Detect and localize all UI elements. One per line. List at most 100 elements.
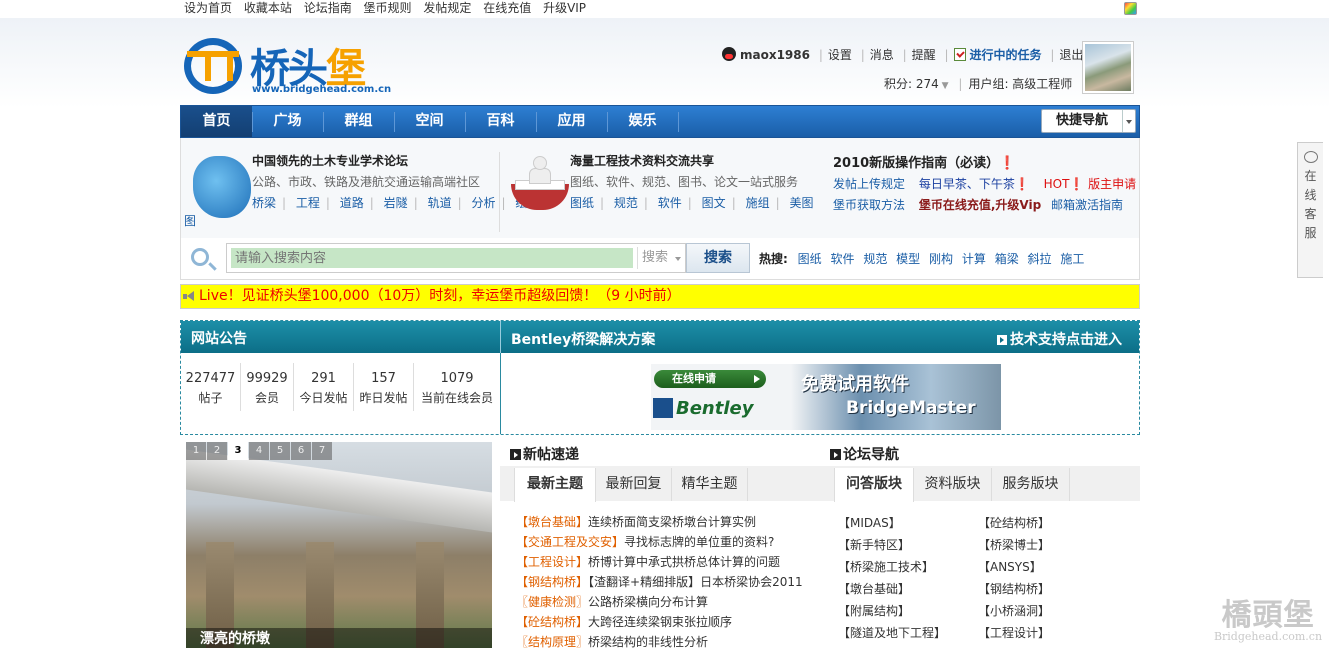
hot-term[interactable]: 刚构 — [929, 252, 953, 266]
slider-page-active[interactable]: 3 — [228, 442, 248, 460]
guide-recharge[interactable]: 堡币在线充值,升级Vip — [919, 198, 1041, 212]
promo-col2-links: 图纸 | 规范 | 软件 | 图文 | 施组 | 美图 — [570, 196, 814, 210]
slider-page[interactable]: 1 — [186, 442, 206, 460]
promo-link-photos[interactable]: 美图 — [789, 196, 813, 210]
bentley-banner[interactable]: 在线申请 免费试用软件 Bentley BridgeMaster — [651, 364, 1001, 430]
forum-link[interactable]: 【桥梁博士】 — [978, 534, 1050, 556]
promo-link-docs[interactable]: 图文 — [702, 196, 726, 210]
promo-link-engineering[interactable]: 工程 — [296, 196, 320, 210]
hot-term[interactable]: 图纸 — [798, 252, 822, 266]
forum-link[interactable]: 【砼结构桥】 — [978, 512, 1050, 534]
site-logo[interactable]: 桥头堡 www.bridgehead.com.cn — [182, 34, 391, 98]
logout-link[interactable]: 退出 — [1059, 48, 1083, 62]
top-link-guide[interactable]: 论坛指南 — [304, 1, 352, 15]
list-item[interactable]: 【交通工程及交安】寻找标志牌的单位重的资料? — [516, 532, 803, 552]
slider-caption[interactable]: 漂亮的桥墩 — [186, 628, 492, 648]
tasks-link[interactable]: 进行中的任务 — [970, 48, 1042, 62]
top-link-home[interactable]: 设为首页 — [184, 1, 232, 15]
promo-col3-title[interactable]: 2010新版操作指南（必读）❗ — [833, 152, 1136, 171]
tab-services[interactable]: 服务版块 — [992, 468, 1070, 501]
forum-link[interactable]: 【隧道及地下工程】 — [838, 622, 946, 644]
promo-link-bridge[interactable]: 桥梁 — [252, 196, 276, 210]
top-link-post-rules[interactable]: 发帖规定 — [423, 1, 471, 15]
hot-term[interactable]: 计算 — [962, 252, 986, 266]
hot-term[interactable]: 箱梁 — [995, 252, 1019, 266]
guide-email[interactable]: 邮箱激活指南 — [1051, 198, 1123, 212]
forum-link[interactable]: 【附属结构】 — [838, 600, 946, 622]
top-link-bookmark[interactable]: 收藏本站 — [244, 1, 292, 15]
forum-link[interactable]: 【MIDAS】 — [838, 512, 946, 534]
settings-link[interactable]: 设置 — [828, 48, 852, 62]
announcement-ticker[interactable]: Live！见证桥头堡100,000（10万）时刻，幸运堡币超级回馈！（9 小时前… — [180, 284, 1140, 309]
list-item[interactable]: 【工程设计】桥博计算中承式拱桥总体计算的问题 — [516, 552, 803, 572]
guide-moderator[interactable]: HOT❗ 版主申请 — [1044, 177, 1137, 191]
slider-page[interactable]: 7 — [312, 442, 332, 460]
promo-link-tunnel[interactable]: 岩隧 — [384, 196, 408, 210]
promo-link-drawings[interactable]: 图纸 — [570, 196, 594, 210]
forum-link[interactable]: 【钢结构桥】 — [978, 578, 1050, 600]
credits-dropdown[interactable]: 积分: 274 — [884, 77, 939, 91]
nav-space[interactable]: 空间 — [394, 106, 465, 137]
search-button[interactable]: 搜索 — [686, 243, 750, 273]
support-link[interactable]: 技术支持点击进入 — [997, 329, 1122, 349]
guide-coins[interactable]: 堡币获取方法 — [833, 198, 905, 212]
promo-link-construction[interactable]: 施组 — [746, 196, 770, 210]
promo-link-drawing-tail[interactable]: 图 — [184, 212, 196, 229]
promo-link-software[interactable]: 软件 — [658, 196, 682, 210]
solution-title[interactable]: Bentley桥梁解决方案 — [511, 329, 655, 349]
forum-link[interactable]: 【墩台基础】 — [838, 578, 946, 600]
hot-term[interactable]: 规范 — [863, 252, 887, 266]
nav-wiki[interactable]: 百科 — [465, 106, 536, 137]
image-slider[interactable]: 1234567 漂亮的桥墩 — [186, 442, 492, 648]
list-item[interactable]: 〖结构原理〗桥梁结构的非线性分析 — [516, 632, 803, 648]
slider-page[interactable]: 6 — [291, 442, 311, 460]
top-link-vip[interactable]: 升级VIP — [543, 1, 586, 15]
tab-resources[interactable]: 资料版块 — [914, 468, 992, 501]
slider-page[interactable]: 5 — [270, 442, 290, 460]
guide-tea[interactable]: 每日早茶、下午茶❗ — [919, 177, 1030, 191]
list-item[interactable]: 【钢结构桥】【渣翻译+精细排版】日本桥梁协会2011 — [516, 572, 803, 592]
list-item[interactable]: 【砼结构桥】大跨径连续梁钢束张拉顺序 — [516, 612, 803, 632]
tab-latest-replies[interactable]: 最新回复 — [596, 468, 672, 501]
forum-link[interactable]: 【ANSYS】 — [978, 556, 1050, 578]
nav-apps[interactable]: 应用 — [536, 106, 607, 137]
forum-link[interactable]: 【新手特区】 — [838, 534, 946, 556]
forum-link[interactable]: 【小桥涵洞】 — [978, 600, 1050, 622]
forum-link[interactable]: 【工程设计】 — [978, 622, 1050, 644]
list-item[interactable]: 【墩台基础】连续桥面简支梁桥墩台计算实例 — [516, 512, 803, 532]
top-link-recharge[interactable]: 在线充值 — [483, 1, 531, 15]
apply-online-button[interactable]: 在线申请 — [654, 370, 766, 388]
username-link[interactable]: maox1986 — [740, 48, 810, 62]
search-input[interactable] — [231, 248, 633, 268]
messages-link[interactable]: 消息 — [870, 48, 894, 62]
promo-link-rail[interactable]: 轨道 — [428, 196, 452, 210]
usergroup-link[interactable]: 用户组: 高级工程师 — [968, 77, 1072, 91]
hot-term[interactable]: 施工 — [1060, 252, 1084, 266]
online-service-tab[interactable]: 在 线 客 服 — [1297, 142, 1323, 278]
tab-latest-threads[interactable]: 最新主题 — [514, 468, 596, 502]
nav-square[interactable]: 广场 — [252, 106, 323, 137]
nav-home[interactable]: 首页 — [181, 106, 252, 137]
guide-upload-rules[interactable]: 发帖上传规定 — [833, 177, 905, 191]
hot-term[interactable]: 软件 — [830, 252, 854, 266]
tab-qa[interactable]: 问答版块 — [834, 468, 914, 502]
top-link-coin-rules[interactable]: 堡币规则 — [364, 1, 412, 15]
avatar[interactable] — [1082, 41, 1134, 94]
tab-featured[interactable]: 精华主题 — [672, 468, 748, 501]
hot-term[interactable]: 模型 — [896, 252, 920, 266]
list-item[interactable]: 〖健康检测〗公路桥梁横向分布计算 — [516, 592, 803, 612]
quick-nav-button[interactable]: 快捷导航 — [1041, 109, 1136, 133]
hot-term[interactable]: 斜拉 — [1028, 252, 1052, 266]
search-scope-select[interactable]: 搜索 — [637, 247, 685, 269]
promo-link-specs[interactable]: 规范 — [614, 196, 638, 210]
reminders-link[interactable]: 提醒 — [912, 48, 936, 62]
nav-entertainment[interactable]: 娱乐 — [607, 106, 678, 137]
promo-link-analysis[interactable]: 分析 — [471, 196, 495, 210]
skin-switch-icon[interactable] — [1124, 2, 1137, 15]
promo-link-road[interactable]: 道路 — [340, 196, 364, 210]
ticker-text[interactable]: Live！见证桥头堡100,000（10万）时刻，幸运堡币超级回馈！（9 小时前… — [199, 288, 681, 304]
slider-page[interactable]: 4 — [249, 442, 269, 460]
slider-page[interactable]: 2 — [207, 442, 227, 460]
forum-link[interactable]: 【桥梁施工技术】 — [838, 556, 946, 578]
nav-groups[interactable]: 群组 — [323, 106, 394, 137]
